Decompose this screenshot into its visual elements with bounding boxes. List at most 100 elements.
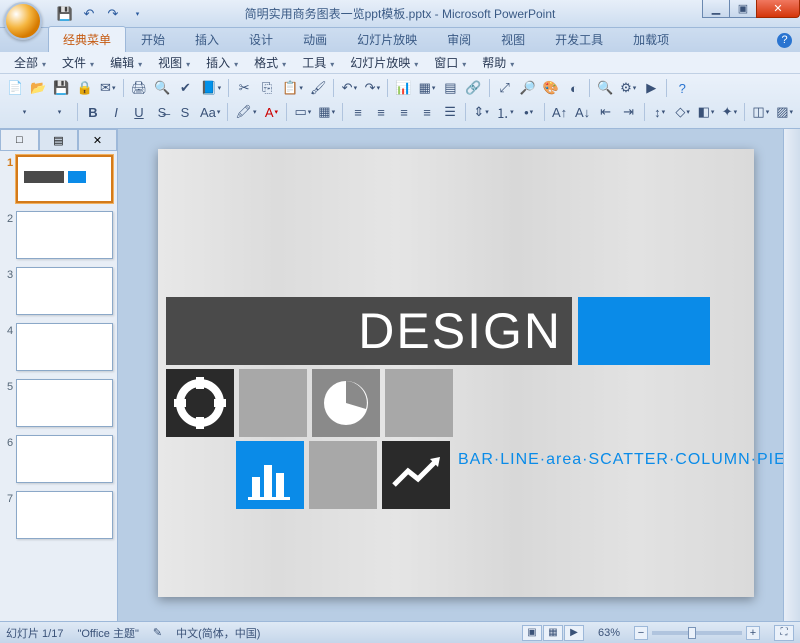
zoom-in-icon[interactable]: + <box>746 626 760 640</box>
italic-icon[interactable]: I <box>105 101 127 123</box>
tab-home[interactable]: 开始 <box>126 26 180 52</box>
qat-more[interactable] <box>126 4 148 24</box>
mail-icon[interactable]: ✉ <box>97 77 119 99</box>
bold-icon[interactable]: B <box>82 101 104 123</box>
menu-window[interactable]: 窗口 <box>426 52 474 73</box>
redo-icon[interactable]: ↷ <box>102 4 124 24</box>
thumb-5[interactable]: 5 <box>4 379 113 427</box>
thumb-3[interactable]: 3 <box>4 267 113 315</box>
strike-icon[interactable]: S̶ <box>151 101 173 123</box>
numbering-icon[interactable]: ⒈ <box>493 101 517 123</box>
increase-indent-icon[interactable]: ⇥ <box>618 101 640 123</box>
chart-icon[interactable]: 📊 <box>392 77 414 99</box>
save-icon[interactable]: 💾 <box>54 4 76 24</box>
background-icon[interactable]: ▨ <box>773 101 796 123</box>
menu-all[interactable]: 全部 <box>6 52 54 73</box>
bullets-icon[interactable]: • <box>518 101 540 123</box>
menu-edit[interactable]: 编辑 <box>102 52 150 73</box>
zoom-thumb[interactable] <box>688 627 696 639</box>
help-icon[interactable]: ? <box>777 33 792 48</box>
normal-view-icon[interactable]: ▣ <box>522 625 542 641</box>
menu-file[interactable]: 文件 <box>54 52 102 73</box>
find-icon[interactable]: 🔍 <box>594 77 616 99</box>
undo-icon[interactable]: ↶ <box>78 4 100 24</box>
menu-tools[interactable]: 工具 <box>294 52 342 73</box>
blue-block[interactable] <box>578 297 710 365</box>
cut-icon[interactable]: ✂ <box>233 77 255 99</box>
align-right-icon[interactable]: ≡ <box>393 101 415 123</box>
new-icon[interactable]: 📄 <box>4 77 26 99</box>
distribute-icon[interactable]: ☰ <box>439 101 461 123</box>
design-icon[interactable]: ◫ <box>749 101 772 123</box>
thumb-2[interactable]: 2 <box>4 211 113 259</box>
quick-styles-icon[interactable]: ✦ <box>718 101 740 123</box>
bar-chart-icon[interactable] <box>236 441 304 509</box>
save-icon[interactable]: 💾 <box>50 77 72 99</box>
gray-cell-1[interactable] <box>239 369 307 437</box>
tab-review[interactable]: 审阅 <box>432 26 486 52</box>
tab-developer[interactable]: 开发工具 <box>540 26 618 52</box>
font-color-icon[interactable]: A <box>260 101 282 123</box>
close-panel-tab[interactable]: ✕ <box>78 129 117 150</box>
pie-icon[interactable] <box>312 369 380 437</box>
font-name[interactable] <box>4 101 44 123</box>
new-slide-icon[interactable]: ▭ <box>291 101 314 123</box>
menu-insert[interactable]: 插入 <box>198 52 246 73</box>
tab-classic-menu[interactable]: 经典菜单 <box>48 26 126 52</box>
decrease-font-icon[interactable]: A↓ <box>572 101 594 123</box>
line-spacing-icon[interactable]: ⇕ <box>470 101 492 123</box>
align-center-icon[interactable]: ≡ <box>370 101 392 123</box>
underline-icon[interactable]: U <box>128 101 150 123</box>
open-icon[interactable]: 📂 <box>27 77 49 99</box>
tab-insert[interactable]: 插入 <box>180 26 234 52</box>
decrease-indent-icon[interactable]: ⇤ <box>595 101 617 123</box>
research-icon[interactable]: 📘 <box>197 77 224 99</box>
font-size[interactable] <box>45 101 73 123</box>
zoom-track[interactable] <box>652 631 742 635</box>
tab-design[interactable]: 设计 <box>234 26 288 52</box>
tab-view[interactable]: 视图 <box>486 26 540 52</box>
close-button[interactable]: ✕ <box>756 0 800 18</box>
maximize-button[interactable]: ▣ <box>729 0 757 18</box>
print-preview-icon[interactable]: 🔍 <box>151 77 173 99</box>
sorter-view-icon[interactable]: ▦ <box>543 625 563 641</box>
menu-help[interactable]: 帮助 <box>474 52 522 73</box>
menu-format[interactable]: 格式 <box>246 52 294 73</box>
slides-tab[interactable]: □ <box>0 129 39 150</box>
color-icon[interactable]: 🎨 <box>540 77 562 99</box>
fit-window-icon[interactable]: ⛶ <box>774 625 794 641</box>
slide-heading[interactable]: DESIGN <box>166 297 572 365</box>
vertical-scrollbar[interactable] <box>783 129 800 621</box>
redo-icon[interactable]: ↷ <box>361 77 383 99</box>
menu-slideshow[interactable]: 幻灯片放映 <box>342 52 426 73</box>
menu-view[interactable]: 视图 <box>150 52 198 73</box>
gray-cell-3[interactable] <box>309 441 377 509</box>
undo-icon[interactable]: ↶ <box>338 77 360 99</box>
spelling-icon[interactable]: ✔ <box>174 77 196 99</box>
shapes-icon[interactable]: ◇ <box>672 101 694 123</box>
shadow-icon[interactable]: S <box>174 101 196 123</box>
table2-icon[interactable]: ▤ <box>439 77 461 99</box>
slide[interactable]: DESIGN BAR·LINE·area·SCATTER·COLUMN·PIE·… <box>158 149 754 597</box>
align-left-icon[interactable]: ≡ <box>347 101 369 123</box>
zoom-level[interactable]: 63% <box>598 627 620 639</box>
highlight-icon[interactable]: 🖍 <box>232 101 259 123</box>
slide-canvas[interactable]: DESIGN BAR·LINE·area·SCATTER·COLUMN·PIE·… <box>118 129 800 621</box>
permission-icon[interactable]: 🔒 <box>74 77 96 99</box>
expand-icon[interactable]: ⤢ <box>494 77 516 99</box>
slideshow-view-icon[interactable]: ▶ <box>564 625 584 641</box>
tab-animation[interactable]: 动画 <box>288 26 342 52</box>
minimize-button[interactable]: ▁ <box>702 0 730 18</box>
tab-slideshow[interactable]: 幻灯片放映 <box>342 26 432 52</box>
table-icon[interactable]: ▦ <box>416 77 439 99</box>
thumb-6[interactable]: 6 <box>4 435 113 483</box>
tab-addins[interactable]: 加载项 <box>618 26 684 52</box>
spell-check-icon[interactable]: ✎ <box>153 626 162 639</box>
copy-icon[interactable]: ⎘ <box>256 77 278 99</box>
gray-cell-2[interactable] <box>385 369 453 437</box>
hyperlink-icon[interactable]: 🔗 <box>462 77 484 99</box>
justify-icon[interactable]: ≡ <box>416 101 438 123</box>
print-icon[interactable]: 🖨 <box>128 77 151 99</box>
thumb-7[interactable]: 7 <box>4 491 113 539</box>
options-icon[interactable]: ⚙ <box>617 77 639 99</box>
